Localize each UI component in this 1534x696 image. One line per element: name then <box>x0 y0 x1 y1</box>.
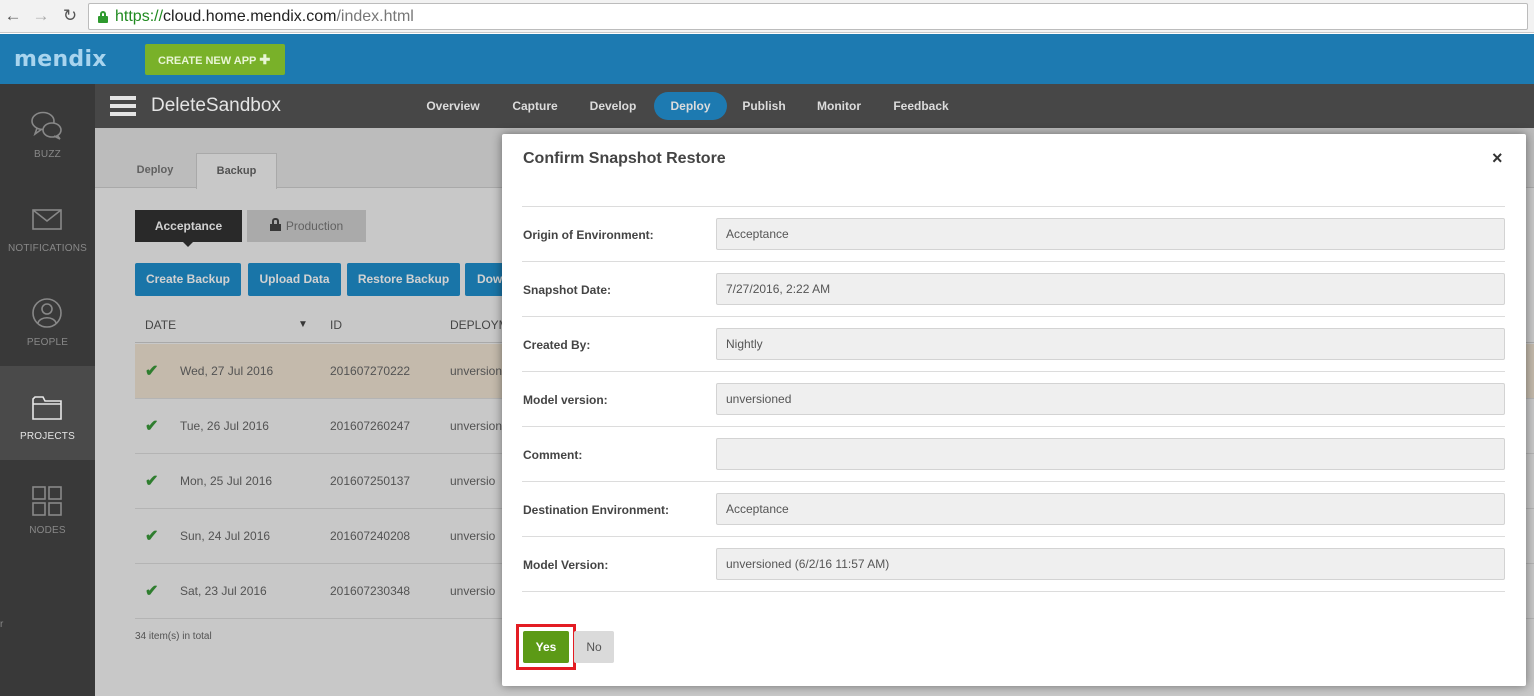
plus-icon: ✚ <box>259 52 271 67</box>
form-row-origin: Origin of Environment: Acceptance <box>522 207 1505 262</box>
sidebar-label-notifications: NOTIFICATIONS <box>7 243 88 254</box>
label-comment: Comment: <box>523 448 583 462</box>
create-new-app-label: CREATE NEW APP <box>158 55 257 67</box>
label-destination-environment: Destination Environment: <box>523 503 670 517</box>
label-snapshot-date: Snapshot Date: <box>523 283 612 297</box>
secure-lock-icon <box>98 11 108 23</box>
sidebar-item-buzz[interactable]: BUZZ <box>0 84 95 178</box>
tab-overview[interactable]: Overview <box>418 92 488 120</box>
form-row-destination: Destination Environment: Acceptance <box>522 482 1505 537</box>
sidebar-label-people: PEOPLE <box>26 337 69 348</box>
person-icon <box>32 298 62 328</box>
chat-bubbles-icon <box>31 111 62 140</box>
app-title: DeleteSandbox <box>151 95 281 116</box>
grid-icon <box>32 486 62 516</box>
label-origin-environment: Origin of Environment: <box>523 228 654 242</box>
label-model-version-destination: Model Version: <box>523 558 609 572</box>
mendix-logo[interactable]: mendix <box>14 47 107 72</box>
origin-environment-field: Acceptance <box>716 218 1505 250</box>
tab-deploy-main[interactable]: Deploy <box>654 92 727 120</box>
label-model-version: Model version: <box>523 393 608 407</box>
destination-environment-field: Acceptance <box>716 493 1505 525</box>
hamburger-menu-icon[interactable] <box>110 96 136 116</box>
reload-icon[interactable]: ↻ <box>60 6 80 26</box>
model-version-destination-field: unversioned (6/2/16 11:57 AM) <box>716 548 1505 580</box>
model-version-field: unversioned <box>716 383 1505 415</box>
comment-field <box>716 438 1505 470</box>
create-new-app-button[interactable]: CREATE NEW APP ✚ <box>145 44 285 75</box>
tab-publish[interactable]: Publish <box>736 92 792 120</box>
top-header: mendix CREATE NEW APP ✚ <box>0 34 1534 84</box>
tab-monitor[interactable]: Monitor <box>809 92 869 120</box>
divider <box>522 591 1505 592</box>
close-icon[interactable]: × <box>1492 148 1503 169</box>
yes-button[interactable]: Yes <box>523 631 569 663</box>
tab-capture[interactable]: Capture <box>504 92 566 120</box>
envelope-icon <box>32 209 62 230</box>
label-created-by: Created By: <box>523 338 591 352</box>
browser-toolbar: ← → ↻ https://cloud.home.mendix.com/inde… <box>0 0 1534 33</box>
sidebar-label-projects: PROJECTS <box>20 431 75 442</box>
forward-arrow-icon[interactable]: → <box>31 6 51 26</box>
confirm-restore-dialog: Confirm Snapshot Restore × Origin of Env… <box>502 134 1526 686</box>
left-sidebar: BUZZ NOTIFICATIONS PEOPLE PROJECTS NODES <box>0 84 95 696</box>
tab-develop[interactable]: Develop <box>582 92 644 120</box>
url-text: https://cloud.home.mendix.com/index.html <box>115 8 414 25</box>
form-row-comment: Comment: <box>522 427 1505 482</box>
dialog-title: Confirm Snapshot Restore <box>523 150 726 167</box>
tab-feedback[interactable]: Feedback <box>885 92 957 120</box>
app-bar: DeleteSandbox Overview Capture Develop D… <box>95 84 1534 128</box>
sidebar-item-notifications[interactable]: NOTIFICATIONS <box>0 178 95 272</box>
sidebar-item-projects[interactable]: PROJECTS <box>0 366 95 460</box>
sidebar-item-nodes[interactable]: NODES <box>0 460 95 554</box>
form-row-created-by: Created By: Nightly <box>522 317 1505 372</box>
address-bar[interactable]: https://cloud.home.mendix.com/index.html <box>88 3 1528 30</box>
sidebar-footer-text: r <box>0 619 4 630</box>
created-by-field: Nightly <box>716 328 1505 360</box>
sidebar-label-nodes: NODES <box>29 525 66 536</box>
no-button[interactable]: No <box>574 631 614 663</box>
form-row-model-version-dest: Model Version: unversioned (6/2/16 11:57… <box>522 537 1505 592</box>
back-arrow-icon[interactable]: ← <box>3 6 23 26</box>
snapshot-date-field: 7/27/2016, 2:22 AM <box>716 273 1505 305</box>
sidebar-item-people[interactable]: PEOPLE <box>0 272 95 366</box>
form-row-snapshot-date: Snapshot Date: 7/27/2016, 2:22 AM <box>522 262 1505 317</box>
sidebar-label-buzz: BUZZ <box>34 149 61 160</box>
folder-icon <box>32 396 62 420</box>
form-row-model-version: Model version: unversioned <box>522 372 1505 427</box>
